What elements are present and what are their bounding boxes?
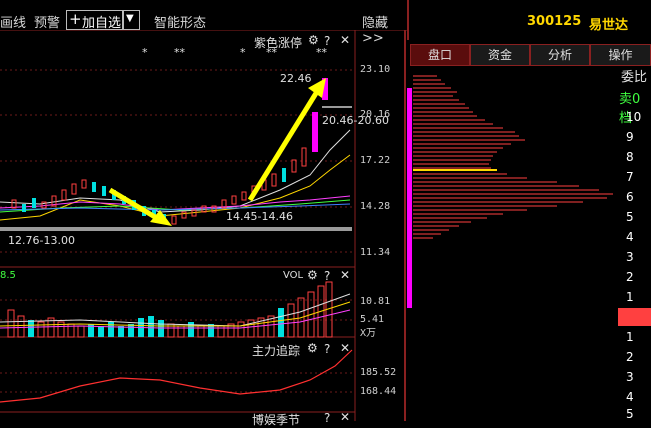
high-price-label: 22.46	[280, 72, 312, 85]
sell-level: 4	[626, 230, 634, 244]
kline-chart[interactable]: * ** * ** ** 22.46 20.46-20.60 14.45-14.…	[0, 30, 407, 421]
price-tick: 11.34	[360, 247, 391, 258]
help-icon[interactable]: ?	[324, 34, 330, 48]
stock-header: 300125 易世达	[407, 0, 651, 40]
sell-level: 10	[626, 110, 642, 124]
sell-level: 2	[626, 270, 634, 284]
limit-up-candle-1	[312, 112, 318, 152]
close-icon[interactable]: ✕	[340, 33, 350, 47]
tab-orderbook[interactable]: 盘口	[410, 44, 470, 66]
volume-bars	[7, 281, 333, 338]
buy-level: 4	[626, 390, 634, 404]
stock-name: 易世达	[589, 18, 629, 33]
add-watchlist-label: 加自选	[82, 16, 122, 31]
buy-level: 5	[626, 407, 634, 421]
chevron-down-icon: ▼	[126, 13, 134, 24]
sell-level: 3	[626, 250, 634, 264]
vol-unit: X万	[360, 328, 377, 339]
support-price-label: 14.45-14.46	[226, 210, 293, 223]
up-trend-arrow	[247, 88, 321, 202]
low-price-label: 12.76-13.00	[8, 234, 75, 247]
tab-funds[interactable]: 资金	[470, 44, 530, 66]
buy-level: 1	[626, 330, 634, 344]
plus-icon: +	[69, 10, 82, 28]
price-tick: 20.16	[360, 109, 391, 120]
vol-label: VOL	[283, 270, 304, 281]
sell-level: 7	[626, 170, 634, 184]
support-band-low	[0, 227, 352, 231]
price-tick: 23.10	[360, 64, 391, 75]
stock-code: 300125	[527, 14, 582, 29]
sell-level: 6	[626, 190, 634, 204]
order-ratio-header: 委比	[621, 70, 648, 85]
bottom-panel-label: 博娱季节	[252, 413, 301, 427]
gear-icon[interactable]: ⚙	[308, 33, 319, 47]
close-icon[interactable]: ✕	[340, 341, 350, 355]
sell-level: 1	[626, 290, 634, 304]
price-tick: 14.28	[360, 201, 391, 212]
price-tick: 17.22	[360, 155, 391, 166]
trace-label: 主力追踪	[252, 344, 301, 358]
down-trend-arrow	[108, 187, 162, 223]
tab-analysis[interactable]: 分析	[530, 44, 590, 66]
current-price-bar	[618, 308, 651, 326]
signal-star-1: *	[142, 46, 148, 59]
help-icon[interactable]: ?	[324, 411, 330, 425]
trace-tick: 185.52	[360, 367, 397, 378]
volume-profile	[407, 75, 613, 308]
close-icon[interactable]: ✕	[340, 410, 350, 424]
sell-level: 8	[626, 150, 634, 164]
vol-left-value: 8.5	[0, 270, 16, 281]
gear-icon[interactable]: ⚙	[307, 268, 318, 282]
tab-operation[interactable]: 操作	[590, 44, 651, 66]
alert-button[interactable]: 预警	[34, 12, 60, 31]
signal-star-3: *	[240, 46, 246, 59]
indicator-label: 紫色涨停	[254, 36, 303, 50]
buy-level: 3	[626, 370, 634, 384]
buy-level: 2	[626, 350, 634, 364]
ma-yellow	[0, 154, 351, 221]
sell-level: 5	[626, 210, 634, 224]
sell-level: 9	[626, 130, 634, 144]
trace-tick: 168.44	[360, 386, 397, 397]
smart-shape-button[interactable]: 智能形态	[154, 12, 206, 31]
watchlist-dropdown[interactable]: ▼	[122, 10, 140, 30]
vol-tick: 10.81	[360, 296, 391, 307]
gear-icon[interactable]: ⚙	[307, 341, 318, 355]
draw-line-button[interactable]: 画线	[0, 12, 26, 31]
add-watchlist-button[interactable]: + 加自选	[66, 10, 124, 31]
close-icon[interactable]: ✕	[340, 268, 350, 282]
help-icon[interactable]: ?	[324, 269, 330, 283]
help-icon[interactable]: ?	[324, 342, 330, 356]
signal-star-2: **	[174, 46, 186, 59]
